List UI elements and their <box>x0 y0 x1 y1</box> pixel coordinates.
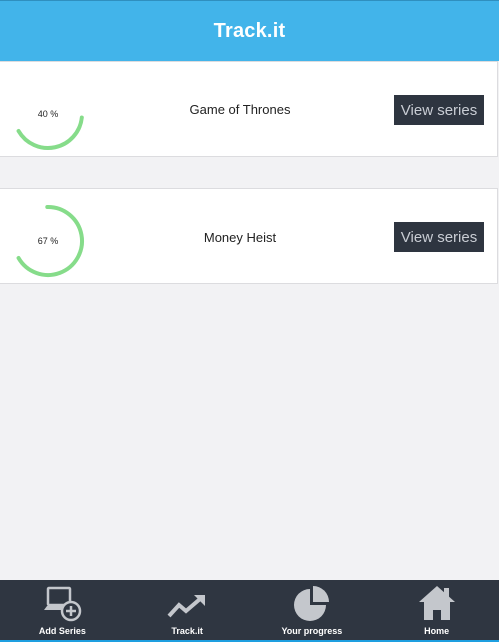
nav-item-home[interactable]: Home <box>374 580 499 640</box>
nav-label: Add Series <box>38 626 86 636</box>
view-series-button[interactable]: View series <box>394 222 484 252</box>
nav-label: Your progress <box>281 626 343 636</box>
pie-chart-icon <box>292 584 332 622</box>
nav-item-your-progress[interactable]: Your progress <box>250 580 375 640</box>
trending-up-icon <box>167 584 207 622</box>
series-card: 67 % Money Heist View series <box>0 188 498 284</box>
nav-label: Track.it <box>171 626 203 636</box>
app-header: Track.it <box>0 0 499 61</box>
nav-item-track-it[interactable]: Track.it <box>125 580 250 640</box>
nav-label: Home <box>424 626 450 636</box>
bottom-nav: Add Series Track.it Your progress Home <box>0 580 499 642</box>
add-series-icon <box>41 584 83 622</box>
series-card: 40 % Game of Thrones View series <box>0 61 498 157</box>
nav-item-add-series[interactable]: Add Series <box>0 580 125 640</box>
progress-ring: 40 % <box>10 76 86 152</box>
progress-percent: 67 % <box>37 236 59 246</box>
view-series-button[interactable]: View series <box>394 95 484 125</box>
series-title: Money Heist <box>203 230 277 245</box>
progress-ring: 67 % <box>10 203 86 279</box>
app-title: Track.it <box>213 19 286 42</box>
app-root: Track.it 40 % Game of Thrones View serie… <box>0 0 499 642</box>
home-icon <box>417 584 457 622</box>
progress-percent: 40 % <box>37 109 59 119</box>
series-title: Game of Thrones <box>189 102 291 117</box>
